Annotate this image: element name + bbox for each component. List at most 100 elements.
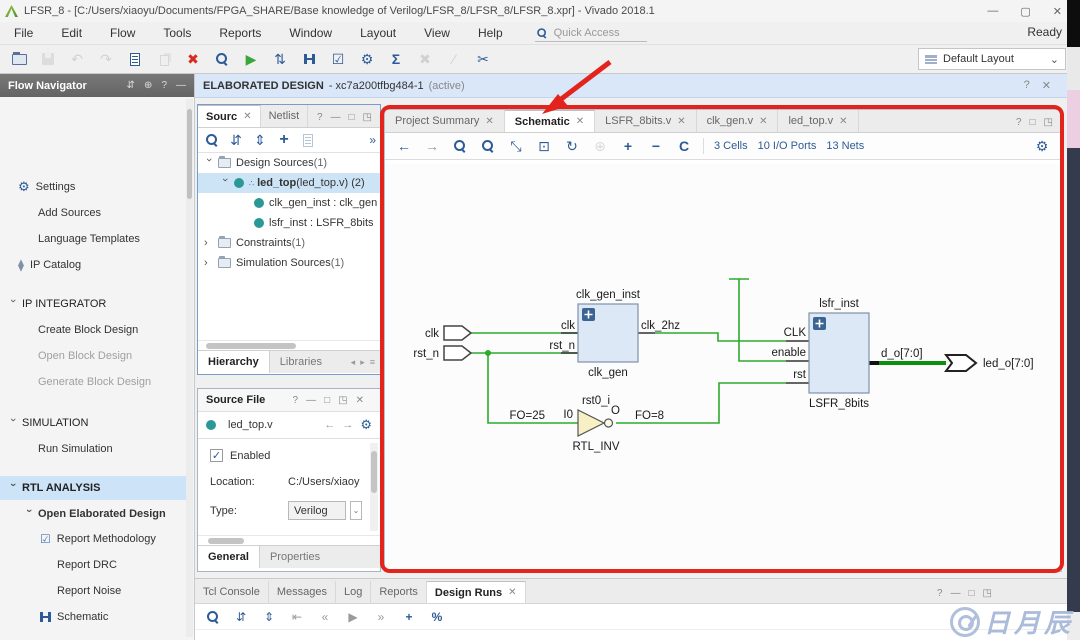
fast-forward-icon[interactable]: » xyxy=(373,608,389,626)
help-icon[interactable]: ? xyxy=(293,395,299,406)
menu-edit[interactable]: Edit xyxy=(47,26,96,40)
expand-all-icon[interactable]: ⊕ xyxy=(144,80,152,91)
help-icon[interactable]: ? xyxy=(937,588,943,599)
tab-netlist[interactable]: Netlist xyxy=(261,105,309,127)
tree-row-design-sources[interactable]: › Design Sources (1) xyxy=(198,153,380,173)
flow-item-schematic[interactable]: Schematic xyxy=(0,605,186,629)
forward-icon[interactable]: → xyxy=(423,137,441,155)
sources-hscrollbar[interactable] xyxy=(198,340,380,350)
tab-led-top[interactable]: led_top.v ✕ xyxy=(778,110,859,132)
flow-item-open-elaborated-design[interactable]: › Open Elaborated Design xyxy=(0,502,186,526)
prev-icon[interactable]: ◂ xyxy=(351,357,356,368)
percent-icon[interactable]: % xyxy=(429,608,445,626)
probe-button[interactable]: ✂ xyxy=(474,50,492,68)
inverter-gate[interactable] xyxy=(577,409,614,437)
flow-item-settings[interactable]: ⚙ Settings xyxy=(0,175,186,199)
flow-item-report-methodology[interactable]: ☑ Report Methodology xyxy=(0,527,186,551)
menu-window[interactable]: Window xyxy=(275,26,346,40)
lsfr-block[interactable] xyxy=(808,312,870,394)
close-icon[interactable]: ✕ xyxy=(839,116,847,127)
flow-item-generate-block-design[interactable]: Generate Block Design xyxy=(0,370,186,394)
remove-icon[interactable]: − xyxy=(647,137,665,155)
close-icon[interactable]: ✕ xyxy=(356,395,364,406)
layout-selector[interactable]: Default Layout ⌄ xyxy=(918,48,1066,70)
maximize-panel-icon[interactable]: □ xyxy=(349,112,355,123)
flow-item-run-simulation[interactable]: Run Simulation xyxy=(0,437,186,461)
disabled-action-button[interactable]: ✖ xyxy=(416,50,434,68)
edit-disabled-button[interactable]: ∕ xyxy=(445,50,463,68)
float-panel-icon[interactable]: ◳ xyxy=(983,588,992,599)
schematic-toolbar-button[interactable] xyxy=(300,50,318,68)
flow-item-report-drc[interactable]: Report DRC xyxy=(0,553,186,577)
flow-item-add-sources[interactable]: Add Sources xyxy=(0,201,186,225)
float-panel-icon[interactable]: ◳ xyxy=(338,395,347,406)
run-button[interactable]: ▶ xyxy=(242,50,260,68)
flow-item-language-templates[interactable]: Language Templates xyxy=(0,227,186,251)
output-port-led-o[interactable] xyxy=(944,354,978,372)
settings-toolbar-button[interactable]: ⚙ xyxy=(358,50,376,68)
zoom-out-icon[interactable] xyxy=(479,137,497,155)
menu-reports[interactable]: Reports xyxy=(205,26,275,40)
autofit-icon[interactable]: ↻ xyxy=(563,137,581,155)
collapse-all-icon[interactable]: ⇵ xyxy=(226,131,246,149)
properties-vscrollbar[interactable] xyxy=(370,443,378,531)
flow-section-simulation[interactable]: › SIMULATION xyxy=(0,411,186,435)
tab-messages[interactable]: Messages xyxy=(269,581,336,603)
schematic-canvas[interactable]: clk rst_n clk rst_n clk_2hz clk_gen_inst… xyxy=(385,164,1061,571)
tab-hierarchy[interactable]: Hierarchy xyxy=(198,351,270,373)
zoom-selection-icon[interactable]: ⊡ xyxy=(535,137,553,155)
next-icon[interactable]: ▸ xyxy=(360,357,365,368)
flow-item-open-block-design[interactable]: Open Block Design xyxy=(0,344,186,368)
regenerate-icon[interactable]: C xyxy=(675,137,693,155)
collapse-all-icon[interactable]: ⇵ xyxy=(127,80,135,91)
close-icon[interactable]: ✕ xyxy=(759,116,767,127)
close-icon[interactable]: ✕ xyxy=(508,587,516,598)
undo-button[interactable]: ↶ xyxy=(68,50,86,68)
tree-row-led-top[interactable]: › ∴ led_top (led_top.v) (2) xyxy=(198,173,380,193)
collapse-all-icon[interactable]: ⇵ xyxy=(233,608,249,626)
menu-layout[interactable]: Layout xyxy=(346,26,410,40)
type-select[interactable]: Verilog xyxy=(288,501,346,520)
minimize-button[interactable]: — xyxy=(987,5,998,18)
expand-cone-icon[interactable]: ⊕ xyxy=(591,137,609,155)
gear-icon[interactable]: ⚙ xyxy=(360,417,372,433)
minimize-panel-icon[interactable]: — xyxy=(951,588,961,599)
menu-icon[interactable]: ≡ xyxy=(370,357,375,368)
gear-icon[interactable]: ⚙ xyxy=(1033,137,1051,155)
maximize-button[interactable]: ▢ xyxy=(1020,5,1030,18)
tab-properties[interactable]: Properties xyxy=(260,546,330,568)
close-icon[interactable]: ✕ xyxy=(1042,79,1051,92)
add-sources-icon[interactable]: + xyxy=(274,131,294,149)
help-icon[interactable]: ? xyxy=(1016,117,1022,128)
sigma-button[interactable]: Σ xyxy=(387,50,405,68)
minimize-panel-icon[interactable]: — xyxy=(176,80,186,91)
maximize-panel-icon[interactable]: □ xyxy=(324,395,330,406)
close-icon[interactable]: ✕ xyxy=(243,111,251,122)
menu-help[interactable]: Help xyxy=(464,26,517,40)
flow-navigator-scrollbar[interactable] xyxy=(186,99,193,637)
tab-reports[interactable]: Reports xyxy=(371,581,427,603)
close-icon[interactable]: ✕ xyxy=(485,116,493,127)
close-icon[interactable]: ✕ xyxy=(576,116,584,127)
zoom-in-icon[interactable] xyxy=(451,137,469,155)
close-icon[interactable]: ✕ xyxy=(677,116,685,127)
properties-hscrollbar[interactable] xyxy=(198,535,380,545)
tree-row-simulation-sources[interactable]: › Simulation Sources (1) xyxy=(198,253,380,273)
report-button[interactable] xyxy=(126,50,144,68)
io-ports-count-link[interactable]: 10 I/O Ports xyxy=(758,140,817,152)
tab-sources[interactable]: Sourc ✕ xyxy=(198,105,261,127)
float-panel-icon[interactable]: ◳ xyxy=(1044,117,1053,128)
search-icon[interactable] xyxy=(205,608,221,626)
menu-file[interactable]: File xyxy=(0,26,47,40)
tree-row-constraints[interactable]: › Constraints (1) xyxy=(198,233,380,253)
close-button[interactable]: ✕ xyxy=(1053,5,1062,18)
help-icon[interactable]: ? xyxy=(161,80,167,91)
type-select-arrow[interactable]: ⌄ xyxy=(350,501,362,520)
menu-flow[interactable]: Flow xyxy=(96,26,149,40)
cells-count-link[interactable]: 3 Cells xyxy=(714,140,748,152)
tab-general[interactable]: General xyxy=(198,546,260,568)
forward-icon[interactable]: → xyxy=(342,419,353,431)
help-icon[interactable]: ? xyxy=(1024,79,1030,92)
tab-schematic[interactable]: Schematic ✕ xyxy=(504,110,596,132)
minimize-panel-icon[interactable]: — xyxy=(306,395,316,406)
